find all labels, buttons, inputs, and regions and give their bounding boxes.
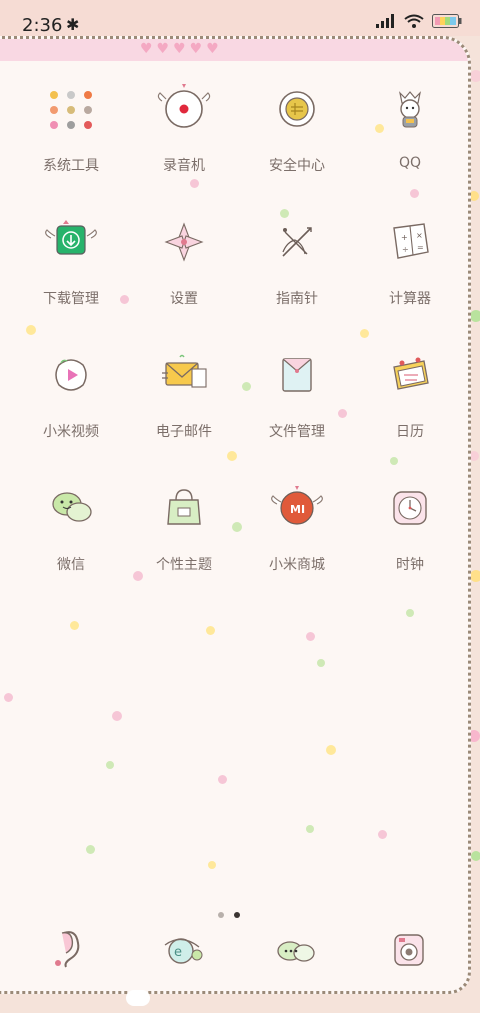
confetti-dot	[317, 659, 325, 667]
svg-text:MI: MI	[290, 503, 305, 516]
app-download-manager[interactable]: 下载管理	[16, 212, 126, 308]
app-mi-store[interactable]: MI 小米商城	[242, 478, 352, 574]
confetti-dot	[306, 825, 314, 833]
themes-icon	[167, 489, 201, 525]
confetti-dot	[26, 325, 36, 335]
confetti-dot	[326, 745, 336, 755]
security-icon	[279, 91, 315, 127]
confetti-dot	[390, 457, 398, 465]
clock-icon	[393, 491, 427, 525]
confetti-dot	[406, 609, 414, 617]
app-label: 录音机	[163, 158, 205, 174]
confetti-dot	[206, 626, 215, 635]
confetti-dot	[190, 179, 199, 188]
confetti-dot	[106, 761, 114, 769]
download-icon	[45, 220, 97, 255]
svg-text:=: =	[417, 243, 424, 252]
app-compass[interactable]: 指南针	[242, 212, 352, 308]
app-label: 指南针	[276, 291, 318, 307]
app-label: 小米商城	[269, 557, 325, 573]
app-clock[interactable]: 时钟	[355, 478, 465, 574]
camera-icon[interactable]	[379, 919, 439, 979]
confetti-dot	[86, 845, 95, 854]
confetti-dot	[208, 861, 216, 869]
recorder-icon	[157, 84, 211, 128]
app-email[interactable]: 电子邮件	[129, 345, 239, 441]
email-icon	[162, 354, 207, 388]
page-dot-1[interactable]	[218, 912, 224, 918]
app-themes[interactable]: 个性主题	[129, 478, 239, 574]
app-qq[interactable]: QQ	[355, 79, 465, 171]
app-calendar[interactable]: 日历	[355, 345, 465, 441]
app-wechat[interactable]: 微信	[16, 478, 126, 574]
app-system-tools[interactable]: 系统工具	[16, 79, 126, 175]
app-security[interactable]: 安全中心	[242, 79, 352, 175]
svg-text:e: e	[174, 945, 182, 960]
calculator-icon: + × ÷ =	[393, 223, 429, 259]
app-label: 计算器	[389, 291, 431, 307]
app-label: 个性主题	[156, 557, 212, 573]
app-settings[interactable]: 设置	[129, 212, 239, 308]
hearts-decoration: ♥♥♥♥♥	[140, 41, 223, 57]
app-label: 文件管理	[269, 424, 325, 440]
home-screen-frame: ♥♥♥♥♥ 系统工具 录音机 安全中心 QQ 下载管理 设置 指南针 + × ÷…	[0, 36, 471, 994]
confetti-dot	[218, 775, 227, 784]
svg-text:+: +	[401, 233, 408, 242]
app-label: 电子邮件	[156, 424, 212, 440]
app-label: QQ	[398, 155, 422, 171]
tools-folder-icon	[50, 91, 92, 129]
file-manager-icon	[282, 358, 312, 392]
bottom-flower-decoration	[126, 990, 150, 1006]
confetti-dot	[70, 621, 79, 630]
status-time: 2:36	[22, 15, 63, 36]
frame-top-band: ♥♥♥♥♥	[0, 39, 468, 61]
phone-icon[interactable]	[40, 919, 100, 979]
app-label: 安全中心	[269, 158, 325, 174]
app-label: 小米视频	[43, 424, 99, 440]
mi-store-icon: MI	[271, 486, 323, 525]
confetti-dot	[4, 693, 13, 702]
confetti-dot	[360, 329, 369, 338]
wifi-icon	[404, 14, 424, 28]
signal-icon	[376, 14, 394, 28]
app-label: 下载管理	[43, 291, 99, 307]
app-recorder[interactable]: 录音机	[129, 79, 239, 175]
svg-text:×: ×	[416, 231, 423, 240]
status-icons	[376, 14, 462, 28]
app-file-manager[interactable]: 文件管理	[242, 345, 352, 441]
confetti-dot	[227, 451, 237, 461]
app-label: 微信	[57, 557, 85, 573]
app-label: 时钟	[396, 557, 424, 573]
status-bar: 2:36 ✱	[0, 0, 480, 36]
wechat-icon	[52, 492, 92, 522]
bluetooth-icon: ✱	[66, 15, 80, 34]
confetti-dot	[410, 189, 419, 198]
svg-text:÷: ÷	[402, 245, 409, 254]
confetti-dot	[378, 830, 387, 839]
settings-icon	[164, 222, 204, 262]
app-label: 设置	[170, 291, 198, 307]
app-calculator[interactable]: + × ÷ = 计算器	[355, 212, 465, 308]
confetti-dot	[112, 711, 122, 721]
confetti-dot	[306, 632, 315, 641]
app-label: 日历	[396, 424, 424, 440]
calendar-icon	[393, 357, 429, 390]
app-label: 系统工具	[43, 158, 99, 174]
app-mi-video[interactable]: 小米视频	[16, 345, 126, 441]
browser-icon[interactable]: e	[153, 919, 213, 979]
qq-icon	[399, 91, 421, 128]
compass-icon	[282, 227, 312, 257]
video-icon	[55, 359, 87, 391]
page-indicator	[218, 912, 240, 918]
messages-icon[interactable]	[266, 919, 326, 979]
page-dot-2-active[interactable]	[234, 912, 240, 918]
battery-icon	[432, 14, 462, 28]
